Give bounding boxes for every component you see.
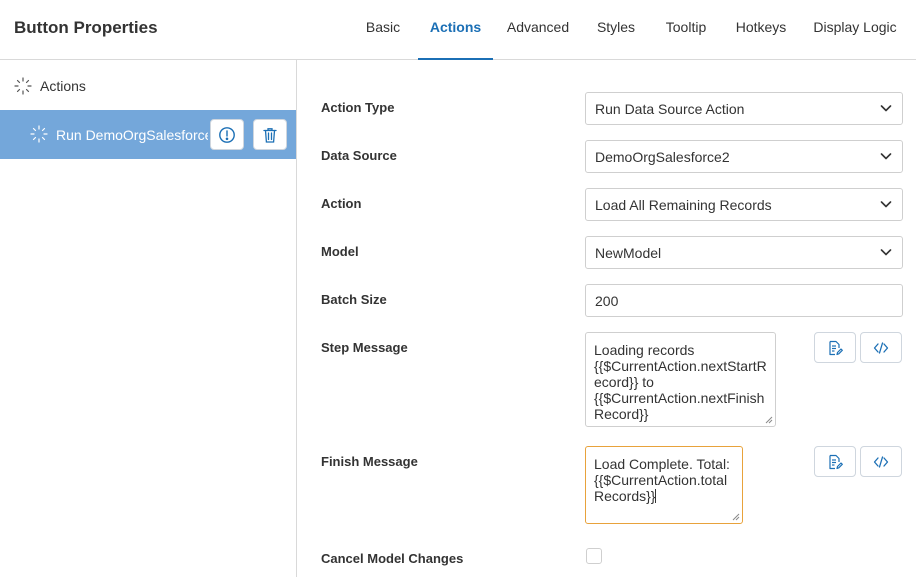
model-label: Model (321, 244, 359, 259)
chevron-down-icon (880, 249, 892, 256)
step-message-template-button[interactable] (814, 332, 856, 363)
data-source-select[interactable]: DemoOrgSalesforce2 (585, 140, 903, 173)
action-type-label: Action Type (321, 100, 395, 115)
data-source-value: DemoOrgSalesforce2 (595, 149, 730, 165)
tab-display-logic[interactable]: Display Logic (812, 0, 898, 60)
resize-grip-icon (765, 416, 773, 424)
step-message-value: Loading records {{$CurrentAction.nextSta… (594, 342, 767, 422)
step-message-textarea[interactable]: Loading records {{$CurrentAction.nextSta… (585, 332, 776, 427)
chevron-down-icon (880, 105, 892, 112)
chevron-down-icon (880, 153, 892, 160)
data-source-label: Data Source (321, 148, 397, 163)
sidebar-heading-label: Actions (40, 78, 86, 94)
delete-button[interactable] (253, 119, 287, 150)
sidebar: Actions Run DemoOrgSalesforce2 Action (0, 60, 297, 577)
page-title: Button Properties (14, 18, 158, 37)
step-message-code-button[interactable] (860, 332, 902, 363)
sidebar-item-run-action[interactable]: Run DemoOrgSalesforce2 Action (0, 110, 296, 159)
sidebar-item-label: Run DemoOrgSalesforce2 Action (56, 127, 208, 143)
action-label: Action (321, 196, 362, 211)
cancel-model-changes-checkbox[interactable] (586, 548, 602, 564)
tab-advanced[interactable]: Advanced (502, 0, 574, 60)
finish-message-template-button[interactable] (814, 446, 856, 477)
trash-icon (263, 127, 277, 143)
text-cursor (655, 489, 657, 503)
info-button[interactable] (210, 119, 244, 150)
document-edit-icon (829, 340, 843, 355)
document-edit-icon (829, 454, 843, 469)
tab-styles[interactable]: Styles (590, 0, 642, 60)
finish-message-value: Load Complete. Total: {{$CurrentAction.t… (594, 456, 730, 504)
batch-size-label: Batch Size (321, 292, 387, 307)
action-value: Load All Remaining Records (595, 197, 772, 213)
finish-message-label: Finish Message (321, 454, 418, 469)
header: Button Properties Basic Actions Advanced… (0, 0, 916, 60)
finish-message-code-button[interactable] (860, 446, 902, 477)
model-select[interactable]: NewModel (585, 236, 903, 269)
info-icon (219, 126, 235, 143)
action-type-select[interactable]: Run Data Source Action (585, 92, 903, 125)
tab-tooltip[interactable]: Tooltip (660, 0, 712, 60)
resize-grip-icon (732, 513, 740, 521)
batch-size-input[interactable] (585, 284, 903, 317)
chevron-down-icon (880, 201, 892, 208)
finish-message-textarea[interactable]: Load Complete. Total: {{$CurrentAction.t… (585, 446, 743, 524)
tab-basic[interactable]: Basic (352, 0, 414, 60)
tab-hotkeys[interactable]: Hotkeys (732, 0, 790, 60)
sparkle-icon (30, 125, 48, 143)
cancel-model-changes-label: Cancel Model Changes (321, 551, 464, 566)
sidebar-heading: Actions (14, 76, 86, 96)
action-type-value: Run Data Source Action (595, 101, 745, 117)
action-select[interactable]: Load All Remaining Records (585, 188, 903, 221)
model-value: NewModel (595, 245, 662, 261)
code-icon (873, 341, 889, 354)
code-icon (873, 455, 889, 468)
tab-actions[interactable]: Actions (418, 0, 493, 60)
sparkle-icon (14, 77, 32, 95)
step-message-label: Step Message (321, 340, 408, 355)
